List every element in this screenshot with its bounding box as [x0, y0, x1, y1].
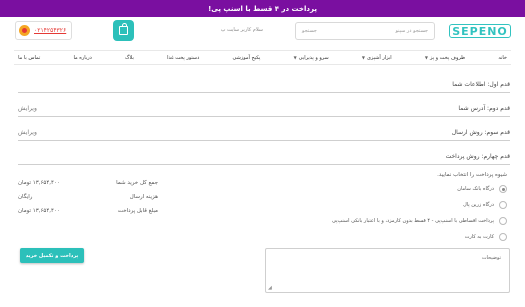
main-nav: خانه ظروف پخت و پز ▼ ابزار آشپزی ▼ سرو و پ…	[14, 50, 511, 65]
notes-label: توضیحات	[481, 255, 501, 261]
payment-option-label: پرداخت اقساطی با اسنپ‌پی - ۴ قسط بدون کا…	[331, 218, 494, 224]
payment-option-snappay[interactable]: پرداخت اقساطی با اسنپ‌پی - ۴ قسط بدون کا…	[332, 217, 507, 225]
nav-item-blog[interactable]: بلاگ	[125, 55, 134, 61]
checkout-step-address: قدم دوم: آدرس شما ویرایش	[18, 105, 510, 117]
nav-item-courses[interactable]: پکیج آموزشی	[233, 55, 261, 61]
nav-item-about[interactable]: درباره ما	[73, 55, 91, 61]
payment-option-zarinpal[interactable]: درگاه زرین پال	[463, 201, 507, 209]
step-label: قدم اول: اطلاعات شما	[452, 81, 510, 88]
nav-item-recipes[interactable]: دستور پخت غذا	[167, 55, 199, 61]
phone-box[interactable]: ۰۲۱۴۲۵۴۳۲۶	[15, 21, 72, 40]
summary-value: رایگان	[18, 194, 33, 200]
step-edit-link[interactable]: ویرایش	[18, 105, 37, 112]
checkout-step-info: قدم اول: اطلاعات شما	[18, 81, 510, 93]
notes-textarea[interactable]: توضیحات ◢	[265, 248, 510, 293]
payment-option-saman[interactable]: درگاه بانک سامان	[457, 185, 507, 193]
step-label: قدم دوم: آدرس شما	[458, 105, 510, 112]
chevron-down-icon: ▼	[424, 55, 428, 60]
promo-banner[interactable]: پرداخت در ۴ قسط با اسنپ پی!	[0, 0, 525, 17]
summary-label: جمع کل خرید شما	[116, 180, 158, 186]
nav-item-home[interactable]: خانه	[498, 55, 507, 61]
payment-option-label: درگاه زرین پال	[463, 202, 494, 208]
summary-value: ۱۳,۶۵۴,۴۰۰ تومان	[18, 180, 60, 186]
payment-option-label: درگاه بانک سامان	[457, 186, 494, 192]
phone-icon	[19, 25, 30, 36]
summary-label: مبلغ قابل پرداخت	[117, 208, 158, 214]
search-button[interactable]: جستجو	[302, 28, 317, 34]
payment-option-card[interactable]: کارت به کارت	[465, 233, 507, 241]
summary-payable-row: مبلغ قابل پرداخت ۱۳,۶۵۴,۴۰۰ تومان	[18, 208, 158, 214]
search-box[interactable]: جستجو در سپنو جستجو	[295, 22, 435, 40]
chevron-down-icon: ▼	[361, 55, 365, 60]
nav-item-contact[interactable]: تماس با ما	[18, 55, 40, 61]
checkout-step-shipping: قدم سوم: روش ارسال ویرایش	[18, 129, 510, 141]
summary-label: هزینه ارسال	[129, 194, 158, 200]
step-label: قدم سوم: روش ارسال	[451, 129, 510, 136]
promo-text: پرداخت در ۴ قسط با اسنپ پی!	[208, 4, 317, 13]
site-logo[interactable]: SEPENO	[449, 24, 511, 38]
user-greeting[interactable]: سلام کاربر سایت پ	[221, 27, 263, 33]
radio-button[interactable]	[499, 185, 507, 193]
nav-item-serving[interactable]: سرو و پذیرایی ▼	[294, 55, 329, 61]
radio-button[interactable]	[499, 217, 507, 225]
complete-purchase-button[interactable]: پرداخت و تکمیل خرید	[20, 248, 84, 263]
payment-option-label: کارت به کارت	[464, 234, 494, 240]
step-edit-link[interactable]: ویرایش	[18, 129, 37, 136]
chevron-down-icon: ▼	[293, 55, 297, 60]
checkout-step-payment: قدم چهارم: روش پرداخت	[18, 153, 510, 165]
payment-method-title: شیوه پرداخت را انتخاب نمایید.	[437, 172, 507, 178]
radio-button[interactable]	[499, 233, 507, 241]
cart-button[interactable]	[113, 20, 134, 41]
search-input[interactable]: جستجو در سپنو	[396, 28, 428, 34]
radio-button[interactable]	[499, 201, 507, 209]
summary-shipping-row: هزینه ارسال رایگان	[18, 194, 158, 200]
cart-icon	[119, 23, 128, 35]
nav-item-cookware[interactable]: ظروف پخت و پز ▼	[425, 55, 465, 61]
phone-number[interactable]: ۰۲۱۴۲۵۴۳۲۶	[34, 27, 66, 34]
nav-item-kitchen-tools[interactable]: ابزار آشپزی ▼	[362, 55, 392, 61]
summary-total-row: جمع کل خرید شما ۱۳,۶۵۴,۴۰۰ تومان	[18, 180, 158, 186]
summary-value: ۱۳,۶۵۴,۴۰۰ تومان	[18, 208, 60, 214]
step-label: قدم چهارم: روش پرداخت	[445, 153, 510, 160]
resize-handle-icon[interactable]: ◢	[268, 285, 272, 291]
